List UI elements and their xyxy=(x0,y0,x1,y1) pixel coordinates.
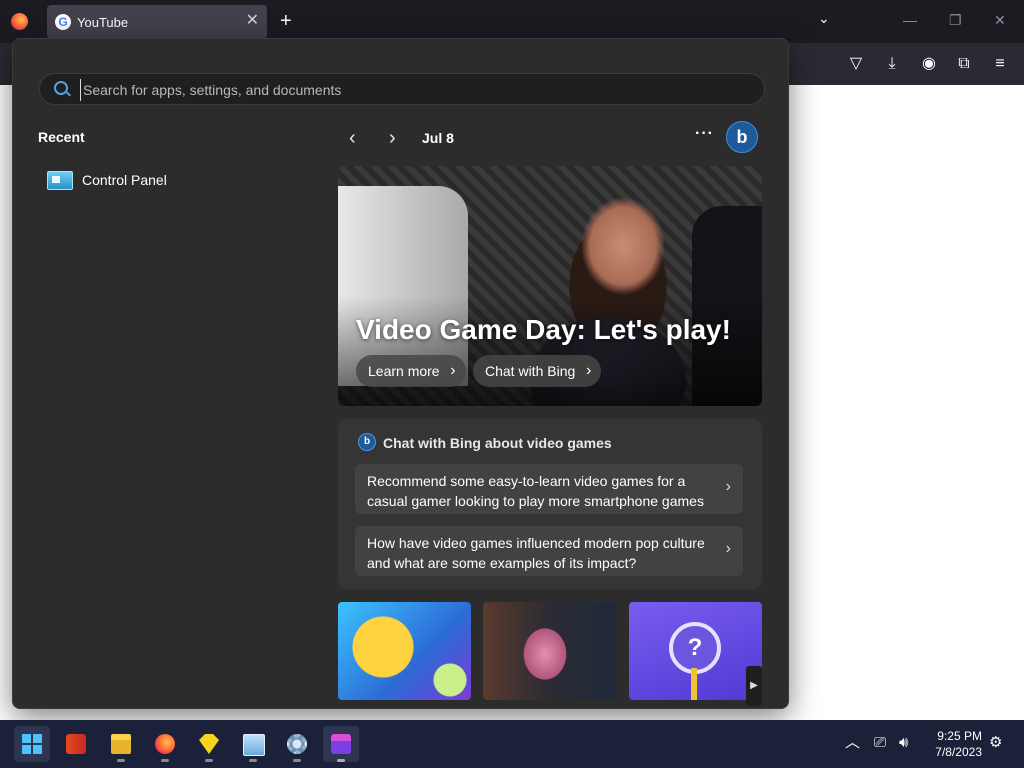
hero-headline: Video Game Day: Let's play! xyxy=(356,314,731,345)
gear-icon xyxy=(287,734,307,754)
minimize-icon[interactable]: — xyxy=(903,12,917,28)
learn-more-button[interactable]: Learn more › xyxy=(356,355,466,387)
account-icon[interactable]: ◉ xyxy=(920,55,938,73)
tab-title: YouTube xyxy=(77,15,129,30)
recent-item-label: Control Panel xyxy=(82,172,167,188)
feed-date: Jul 8 xyxy=(422,130,454,146)
gamer-thumbnail[interactable] xyxy=(483,602,616,700)
taskbar-gem-app[interactable] xyxy=(191,726,227,762)
taskbar-video-editor[interactable] xyxy=(323,726,359,762)
taskbar xyxy=(0,720,1024,768)
running-indicator xyxy=(337,759,345,762)
hero-card[interactable]: Video Game Day: Let's play! Learn more ›… xyxy=(338,166,762,406)
chat-suggestion[interactable]: How have video games influenced modern p… xyxy=(355,526,743,576)
taskbar-office[interactable] xyxy=(58,726,94,762)
question-mark-icon: ? xyxy=(669,622,721,674)
running-indicator xyxy=(249,759,257,762)
chevron-right-icon: › xyxy=(450,362,456,379)
notifications-icon[interactable]: ⚙ xyxy=(989,733,1002,753)
gem-icon xyxy=(199,734,219,754)
taskbar-clock[interactable]: 9:25 PM 7/8/2023 xyxy=(926,728,982,760)
chat-suggestion[interactable]: Recommend some easy-to-learn video games… xyxy=(355,464,743,514)
menu-icon[interactable]: ≡ xyxy=(991,55,1009,73)
volume-icon[interactable]: 🔊︎ xyxy=(899,733,908,753)
start-button[interactable] xyxy=(14,726,50,762)
game-thumbnail[interactable] xyxy=(338,602,471,700)
browser-tab-bar: G YouTube ✕ + ⌄ — ❐ ✕ xyxy=(0,0,1024,43)
start-menu: Recent Control Panel ‹ › Jul 8 ··· b Vid… xyxy=(12,38,789,709)
bing-chat-card: b Chat with Bing about video games Recom… xyxy=(338,419,762,589)
search-input[interactable] xyxy=(80,79,725,101)
scroll-right-icon[interactable]: ▶ xyxy=(746,666,762,706)
close-tab-icon[interactable]: ✕ xyxy=(246,13,259,29)
show-hidden-icons-icon[interactable]: ︿ xyxy=(845,733,860,753)
taskbar-settings[interactable] xyxy=(279,726,315,762)
chat-suggestion-text: How have video games influenced modern p… xyxy=(367,535,705,571)
learn-more-label: Learn more xyxy=(368,363,440,379)
taskbar-file-explorer[interactable] xyxy=(103,726,139,762)
running-indicator xyxy=(117,759,125,762)
hero-shade xyxy=(338,296,762,406)
feed-thumbnails: ? xyxy=(338,602,762,702)
photos-icon xyxy=(243,734,265,756)
restore-icon[interactable]: ❐ xyxy=(949,12,962,29)
search-box[interactable] xyxy=(39,73,765,105)
new-tab-icon[interactable]: + xyxy=(280,11,292,31)
list-all-tabs-icon[interactable]: ⌄ xyxy=(818,10,830,27)
firefox-icon xyxy=(155,734,175,754)
windows-icon xyxy=(22,734,42,754)
google-icon: G xyxy=(55,14,71,30)
firefox-icon[interactable] xyxy=(11,13,28,30)
chat-card-heading: Chat with Bing about video games xyxy=(383,435,612,451)
clock-time: 9:25 PM xyxy=(937,729,982,743)
running-indicator xyxy=(205,759,213,762)
next-day-icon[interactable]: › xyxy=(389,127,396,149)
control-panel-icon xyxy=(47,171,73,190)
taskbar-firefox[interactable] xyxy=(147,726,183,762)
chat-with-bing-label: Chat with Bing xyxy=(485,363,576,379)
bing-icon[interactable]: b xyxy=(726,121,758,153)
taskbar-photos[interactable] xyxy=(235,726,271,762)
chat-with-bing-button[interactable]: Chat with Bing › xyxy=(473,355,602,387)
extensions-icon[interactable]: ⧉ xyxy=(955,55,973,73)
running-indicator xyxy=(293,759,301,762)
download-icon[interactable]: ⤓ xyxy=(883,55,901,73)
chevron-right-icon: › xyxy=(725,540,731,557)
chat-suggestion-text: Recommend some easy-to-learn video games… xyxy=(367,473,704,509)
quiz-thumbnail[interactable]: ? xyxy=(629,602,762,700)
pocket-icon[interactable]: ▽ xyxy=(847,55,865,73)
office-icon xyxy=(66,734,86,754)
chevron-right-icon: › xyxy=(725,478,731,495)
folder-icon xyxy=(111,734,131,754)
network-icon[interactable]: ⎚ xyxy=(874,733,886,753)
chevron-right-icon: › xyxy=(585,362,592,379)
previous-day-icon[interactable]: ‹ xyxy=(349,127,356,149)
bing-small-icon: b xyxy=(358,433,376,451)
search-icon xyxy=(54,81,68,95)
more-options-icon[interactable]: ··· xyxy=(695,125,714,143)
window-close-icon[interactable]: ✕ xyxy=(994,12,1006,29)
recent-heading: Recent xyxy=(38,129,85,145)
magnifier-handle xyxy=(691,668,697,700)
clock-date: 7/8/2023 xyxy=(935,745,982,759)
running-indicator xyxy=(161,759,169,762)
tab-youtube[interactable]: G YouTube ✕ xyxy=(47,5,267,39)
clapperboard-icon xyxy=(331,734,351,754)
